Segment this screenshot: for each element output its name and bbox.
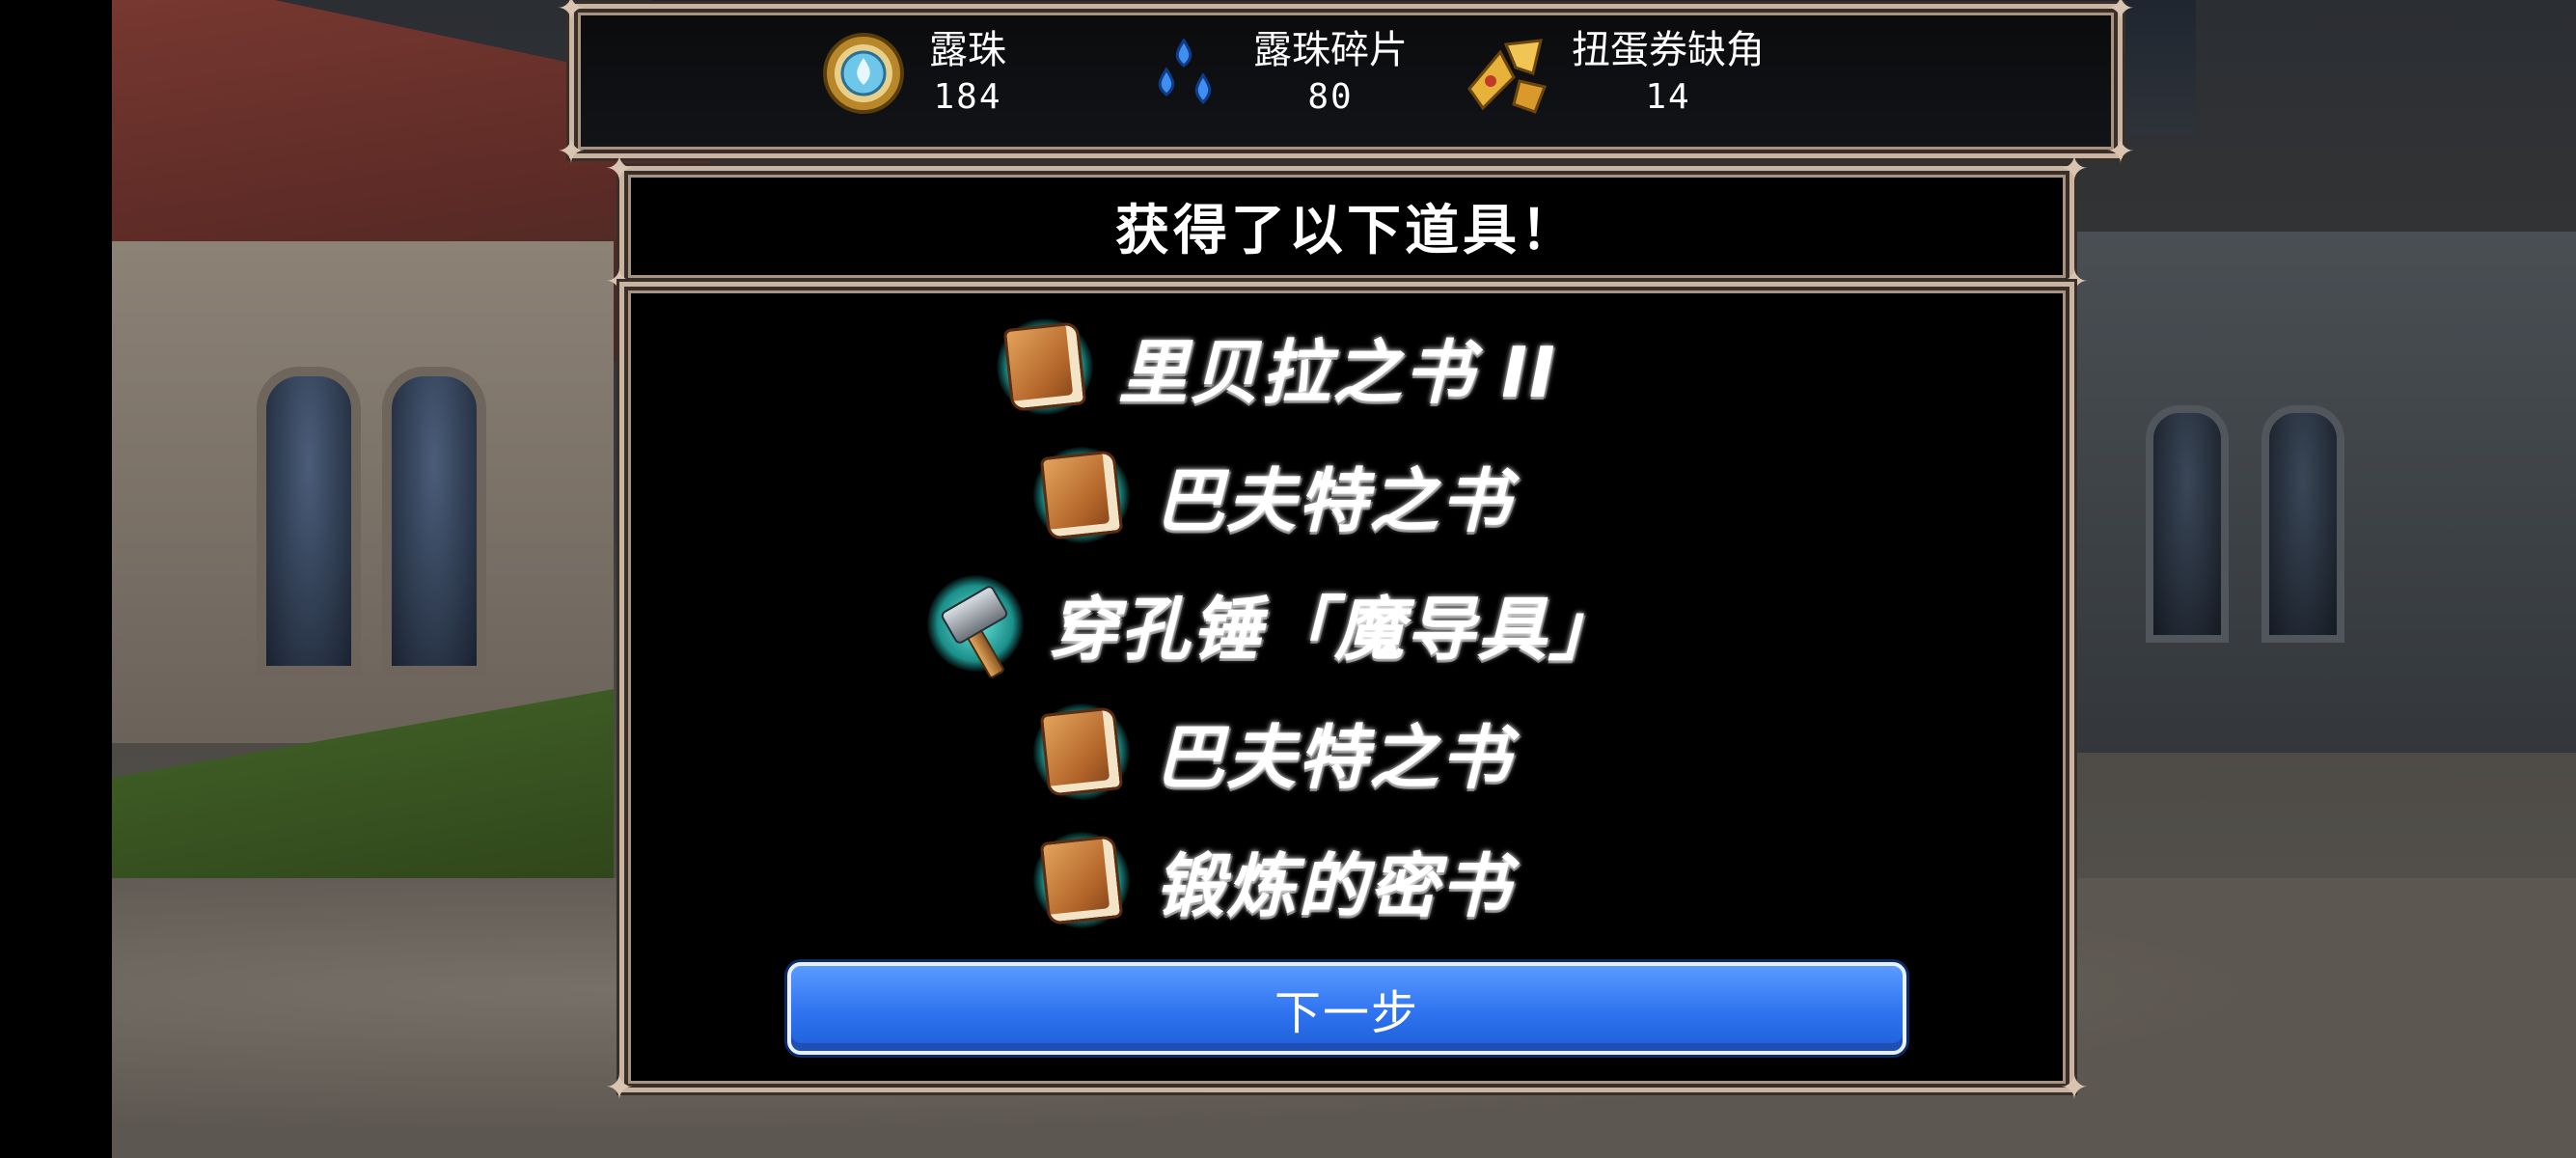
currency-name: 露珠 — [929, 28, 1006, 72]
reward-item: 巴夫特之书 — [1033, 701, 1512, 802]
reward-item: 巴夫特之书 — [1033, 444, 1512, 545]
currency-value: 14 — [1645, 77, 1691, 117]
dialog-title-bar: 获得了以下道具！ ✦ ✦ ✦ ✦ — [605, 152, 2089, 301]
next-button-label: 下一步 — [1274, 986, 1419, 1040]
ornament-icon: ✦ — [556, 132, 587, 172]
item-name: 穿孔锤「魔导具」 — [1049, 589, 1621, 670]
currency-value: 184 — [933, 77, 1002, 117]
item-name: 巴夫特之书 — [1155, 460, 1513, 541]
reward-item: 里贝拉之书 II — [997, 316, 1557, 417]
dew-shards-icon — [1143, 29, 1232, 118]
ornament-icon: ✦ — [2059, 150, 2090, 189]
book-icon — [997, 317, 1093, 415]
left-building-wall — [112, 241, 614, 743]
ornament-icon: ✦ — [556, 0, 587, 29]
left-window — [257, 367, 361, 676]
book-icon — [1033, 831, 1130, 928]
ornament-icon: ✦ — [2059, 1068, 2090, 1108]
ornament-icon: ✦ — [604, 1068, 635, 1108]
item-name: 锻炼的密书 — [1155, 845, 1513, 926]
currency-name: 扭蛋券缺角 — [1572, 28, 1765, 72]
reward-item: 穿孔锤「魔导具」 — [927, 572, 1621, 679]
item-name: 里贝拉之书 II — [1118, 332, 1557, 413]
right-window — [2261, 405, 2344, 643]
dew-orb-icon — [819, 29, 908, 118]
next-button[interactable]: 下一步 — [787, 962, 1906, 1055]
right-window — [2146, 405, 2229, 643]
currency-bar: 露珠 184 露珠碎片 80 扭蛋券缺角 14 ✦ ✦ ✦ ✦ — [557, 0, 2135, 171]
currency-name: 露珠碎片 — [1253, 28, 1408, 72]
currency-dew-shards: 露珠碎片 80 — [1143, 26, 1408, 121]
reward-item: 锻炼的密书 — [1033, 829, 1512, 930]
item-name: 巴夫特之书 — [1155, 717, 1513, 798]
currency-value: 80 — [1307, 77, 1354, 117]
ornament-icon: ✦ — [2105, 132, 2136, 172]
currency-gacha-pieces: 扭蛋券缺角 14 — [1462, 26, 1765, 121]
book-icon — [1033, 446, 1130, 543]
dialog-title: 获得了以下道具！ — [1115, 200, 1578, 262]
left-window — [382, 367, 486, 676]
ornament-icon: ✦ — [604, 150, 635, 189]
gacha-ticket-pieces-icon — [1462, 29, 1550, 118]
hammer-icon — [927, 574, 1024, 679]
book-icon — [1033, 703, 1130, 800]
ornament-icon: ✦ — [2105, 0, 2136, 29]
currency-dew: 露珠 184 — [819, 26, 1006, 121]
